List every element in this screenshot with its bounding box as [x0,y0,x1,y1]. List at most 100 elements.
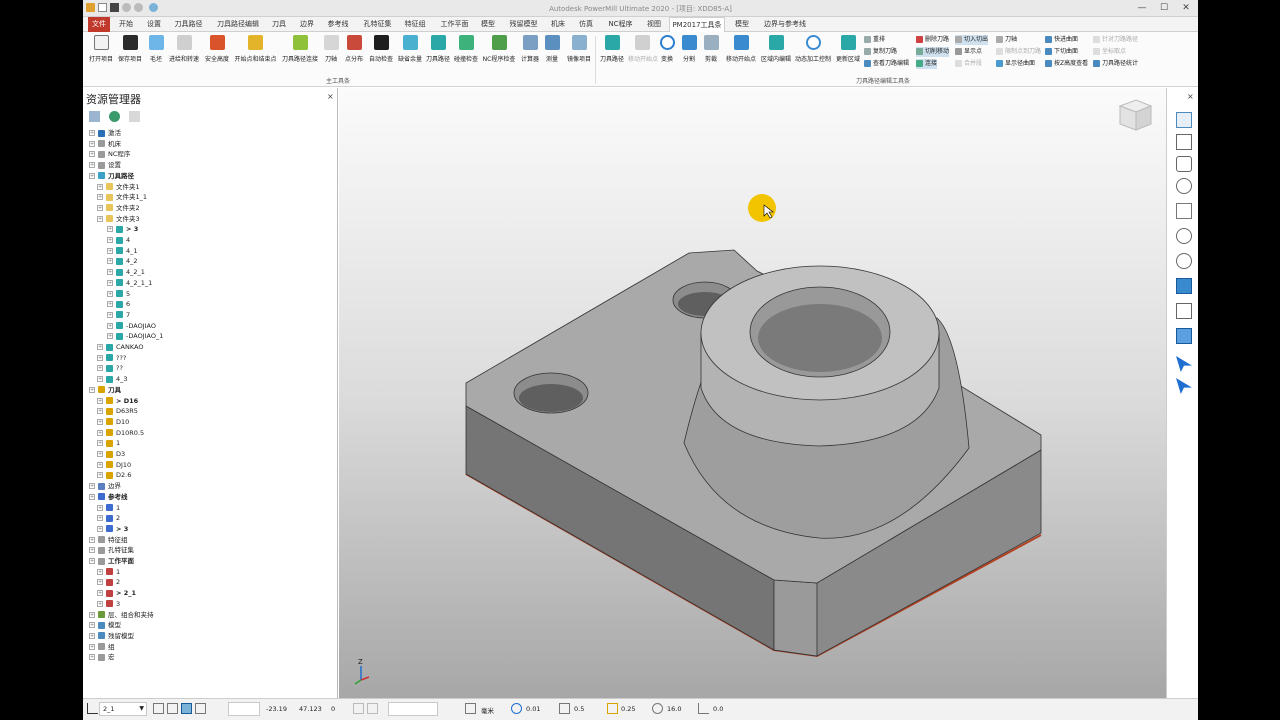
tree-item[interactable]: +2 [97,513,120,524]
update-region-button[interactable]: 更新区域 [834,35,862,63]
expand-icon[interactable]: + [97,568,103,575]
tab-nc-program[interactable]: NC程序 [603,17,638,32]
expand-icon[interactable]: + [89,632,95,639]
expand-icon[interactable]: + [107,247,113,254]
expand-icon[interactable]: + [89,162,95,169]
tree-item[interactable]: + 工作平面 [89,556,134,567]
tree-item[interactable]: +4 [107,235,130,246]
view-toolbar-close-icon[interactable]: × [1187,92,1194,101]
tree-item[interactable]: + NC程序 [89,149,130,160]
expand-icon[interactable]: + [97,376,103,383]
tree-item[interactable]: +7 [107,310,130,321]
expand-icon[interactable]: + [97,408,103,415]
dynamic-machine-control-button[interactable]: 动态加工控制 [793,35,833,63]
feeds-speeds-button[interactable]: 进给和转速 [167,35,201,63]
status-empty-field-2[interactable] [388,702,438,716]
view-by-z-height-button[interactable]: 按Z高度查看 [1045,59,1088,69]
mirror-project-button[interactable]: 镜像项目 [563,35,595,63]
calculator-button[interactable]: 计算器 [518,35,542,63]
tab-stock-model[interactable]: 残留模型 [506,17,541,32]
shaded-icon[interactable] [1176,278,1192,294]
view-front-icon[interactable] [1176,134,1192,150]
expand-icon[interactable]: + [97,215,103,222]
tree-item[interactable]: +4_2 [107,256,138,267]
tree-item[interactable]: + -DAOJIAO_1 [107,331,163,342]
tree-item[interactable]: + 参考线 [89,492,128,503]
tree-item[interactable]: +?? [97,363,123,374]
reorder-button[interactable]: 重排 [864,35,885,45]
collision-check-button[interactable]: 碰撞检查 [452,35,480,63]
tree-item[interactable]: + -DAOJIAO [107,321,156,332]
tree-item[interactable]: + 边界 [89,481,121,492]
expand-icon[interactable]: + [107,258,113,265]
toolpath-connections-button[interactable]: 刀具路径连接 [280,35,320,63]
expand-icon[interactable]: + [107,279,113,286]
edit-toolpath-button[interactable]: 刀具路径 [598,35,626,63]
tree-item[interactable]: + 设置 [89,160,121,171]
view-toolpath-edit-button[interactable]: 查看刀路编辑 [864,59,909,69]
tab-setup[interactable]: 设置 [143,17,165,32]
tree-item[interactable]: +2 [97,577,120,588]
tree-item[interactable]: + 层、组合和夹持 [89,610,154,621]
expand-icon[interactable]: + [97,397,103,404]
tree-item[interactable]: + > 3 [97,524,128,535]
link-icon[interactable] [367,703,378,714]
start-end-point-button[interactable]: 开始点和结束点 [232,35,279,63]
maximize-button[interactable]: ☐ [1153,2,1175,15]
transform-button[interactable]: 变换 [657,35,677,63]
expand-icon[interactable]: + [107,237,113,243]
tree-item[interactable]: + > 2_1 [97,588,136,599]
expand-icon[interactable]: + [97,590,103,597]
point-distribution-button[interactable]: 点分布 [342,35,366,63]
explorer-delete-icon[interactable] [129,111,140,122]
tree-item[interactable]: +1 [97,438,120,449]
expand-icon[interactable]: + [107,333,113,340]
tree-item[interactable]: +1 [97,503,120,514]
tab-model[interactable]: 模型 [477,17,499,32]
tree-item[interactable]: +5 [107,289,130,300]
expand-icon[interactable]: + [89,611,95,618]
explorer-tree-icon[interactable] [89,111,100,122]
expand-icon[interactable]: + [97,354,103,361]
minimize-button[interactable]: — [1131,2,1153,15]
model-icon[interactable] [181,703,192,714]
show-path-surface-button[interactable]: 显示径曲面 [996,59,1035,69]
safe-heights-button[interactable]: 安全高度 [202,35,232,63]
tree-item[interactable]: + 文件夹3 [97,214,140,225]
tree-item[interactable]: + D3 [97,449,125,460]
expand-icon[interactable]: + [97,204,103,211]
grid-icon[interactable] [153,703,164,714]
expand-icon[interactable]: + [97,429,103,436]
rapid-surface-button[interactable]: 快进曲面 [1045,35,1078,45]
tab-boundary[interactable]: 边界 [296,17,318,32]
expand-icon[interactable]: + [97,600,103,607]
expand-icon[interactable]: + [89,386,95,393]
tab-view[interactable]: 视图 [643,17,665,32]
move-start-point-button[interactable]: 移动开始点 [723,35,759,63]
toolpath-statistics-button[interactable]: 刀具路径统计 [1093,59,1138,69]
tool-axis-small-button[interactable]: 刀轴 [996,35,1017,45]
zoom-in-icon[interactable] [1176,228,1192,244]
copy-toolpath-button[interactable]: 复制刀路 [864,47,897,57]
expand-icon[interactable]: + [97,515,103,522]
view-iso-icon[interactable] [1176,112,1192,128]
tree-item[interactable]: + 文件夹2 [97,203,140,214]
expand-icon[interactable]: + [89,130,95,136]
tree-item[interactable]: +6 [107,299,130,310]
move-start-disabled-button[interactable]: 移动开始点 [628,35,658,63]
tree-item[interactable]: + 机床 [89,139,121,150]
tree-item[interactable]: + D2.6 [97,470,131,481]
view-cube[interactable] [1118,99,1153,131]
tab-model-2[interactable]: 模型 [731,17,753,32]
close-button[interactable]: ✕ [1175,2,1197,15]
graphics-viewport[interactable]: Z [339,88,1166,698]
tab-file[interactable]: 文件 [88,17,110,32]
view-3d-icon[interactable] [1176,156,1192,172]
expand-icon[interactable]: + [107,226,113,233]
toolpath-button[interactable]: 刀具路径 [425,35,451,63]
merge-segments-button[interactable]: 合并段 [955,59,982,69]
expand-icon[interactable]: + [97,461,103,468]
expand-icon[interactable]: + [97,418,103,425]
select-rotate-icon[interactable] [1176,378,1192,394]
toolpath-path-button[interactable]: 针对刀路路径 [1093,35,1138,45]
